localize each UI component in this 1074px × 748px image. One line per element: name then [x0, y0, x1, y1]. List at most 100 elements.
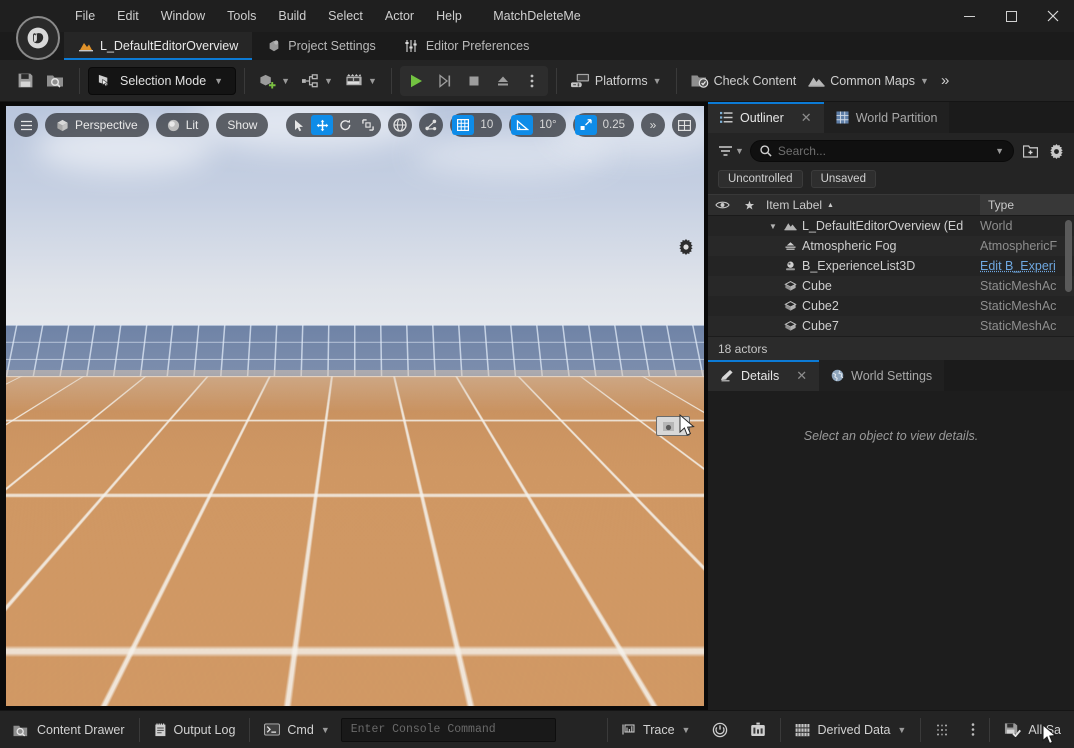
row-type: AtmosphericF — [980, 239, 1058, 253]
content-drawer-button[interactable]: Content Drawer — [2, 715, 136, 745]
chip-unsaved[interactable]: Unsaved — [810, 170, 876, 188]
browse-content-icon[interactable] — [40, 66, 71, 96]
level-viewport[interactable]: Perspective Lit Show 10 10° 0.25 » Z Y X — [5, 105, 705, 707]
table-row[interactable]: Cube StaticMeshAc — [708, 276, 1074, 296]
row-label: Cube7 — [802, 319, 839, 333]
scale-tool-icon[interactable] — [357, 115, 379, 135]
unreal-logo-icon[interactable] — [16, 16, 60, 60]
star-icon[interactable] — [736, 200, 762, 211]
outliner-settings-gear-icon[interactable] — [1046, 141, 1066, 161]
viewport-menu-icon[interactable] — [14, 113, 38, 137]
selection-mode-button[interactable]: Selection Mode ▼ — [88, 66, 237, 95]
check-content-button[interactable]: Check Content — [685, 66, 803, 96]
maximize-button[interactable] — [990, 0, 1032, 32]
trace-button[interactable]: Trace ▼ — [611, 715, 701, 745]
surface-snap-icon[interactable] — [419, 113, 444, 137]
tab-editor-preferences[interactable]: Editor Preferences — [390, 32, 544, 60]
row-type-link[interactable]: Edit B_Experi — [978, 259, 1074, 273]
viewport-overflow-button[interactable]: » — [641, 113, 665, 137]
angle-snap-icon[interactable] — [511, 115, 534, 135]
table-row[interactable]: ▼ L_DefaultEditorOverview (Ed World — [708, 216, 1074, 236]
transform-tool-group — [286, 113, 382, 137]
translate-tool-icon[interactable] — [311, 115, 334, 135]
perspective-label: Perspective — [75, 118, 138, 132]
chip-uncontrolled[interactable]: Uncontrolled — [718, 170, 803, 188]
menu-item-actor[interactable]: Actor — [374, 5, 425, 27]
column-type[interactable]: Type — [980, 195, 1074, 215]
status-more-button[interactable] — [960, 715, 986, 745]
scale-snap-value[interactable]: 0.25 — [598, 119, 632, 131]
viewport-settings-gear-icon[interactable] — [678, 239, 694, 255]
table-row[interactable]: Cube2 StaticMeshAc — [708, 296, 1074, 316]
eye-icon[interactable] — [708, 200, 736, 210]
menu-item-tools[interactable]: Tools — [216, 5, 267, 27]
common-maps-button[interactable]: Common Maps ▼ — [802, 66, 935, 96]
save-all-button[interactable]: All Sa — [993, 715, 1072, 745]
stats-button[interactable] — [739, 715, 777, 745]
column-item-label[interactable]: Item Label ▲ — [762, 198, 980, 212]
console-command-box[interactable] — [340, 717, 556, 742]
chevron-double-right-icon: » — [649, 118, 657, 132]
toolbar-overflow-button[interactable]: » — [935, 72, 955, 89]
output-log-button[interactable]: Output Log — [143, 715, 247, 745]
outliner-scrollbar[interactable] — [1065, 220, 1072, 292]
tab-project-settings[interactable]: Project Settings — [252, 32, 390, 60]
cinematics-button[interactable]: ▼ — [339, 66, 383, 96]
grid-snap-icon[interactable] — [452, 115, 475, 135]
menu-item-help[interactable]: Help — [425, 5, 473, 27]
menu-item-window[interactable]: Window — [150, 5, 216, 27]
close-icon[interactable]: ✕ — [801, 110, 812, 126]
eject-button[interactable] — [489, 67, 517, 95]
source-control-dots-button[interactable] — [924, 715, 960, 745]
add-folder-button[interactable] — [1020, 141, 1040, 161]
save-icon[interactable] — [10, 66, 40, 96]
content-toolbar-group: Check Content Common Maps ▼ » — [679, 60, 962, 101]
tab-world-settings[interactable]: World Settings — [819, 360, 945, 391]
grid-snap-value[interactable]: 10 — [475, 119, 500, 131]
more-options-icon[interactable] — [518, 67, 546, 95]
table-row[interactable]: B_ExperienceList3D Edit B_Experi — [708, 256, 1074, 276]
chevron-down-icon[interactable]: ▼ — [995, 146, 1004, 156]
expander-icon[interactable]: ▼ — [766, 222, 780, 231]
filter-button[interactable]: ▼ — [718, 145, 744, 158]
viewport-toolbar: Perspective Lit Show 10 10° 0.25 » — [14, 113, 696, 137]
editor-body: Perspective Lit Show 10 10° 0.25 » Z Y X… — [0, 102, 1074, 710]
close-icon[interactable]: ✕ — [796, 368, 807, 384]
minimize-button[interactable] — [948, 0, 990, 32]
close-button[interactable] — [1032, 0, 1074, 32]
record-button[interactable] — [701, 715, 739, 745]
tab-world-partition[interactable]: World Partition — [823, 102, 950, 133]
derived-data-button[interactable]: Derived Data ▼ — [784, 715, 917, 745]
tab-level-editor[interactable]: L_DefaultEditorOverview — [64, 32, 253, 60]
blueprints-button[interactable]: ▼ — [296, 66, 339, 96]
stop-button[interactable] — [460, 67, 488, 95]
outliner-search-input[interactable] — [777, 144, 990, 158]
select-tool-icon[interactable] — [288, 115, 310, 135]
world-coordinate-icon[interactable] — [388, 113, 413, 137]
angle-snap-value[interactable]: 10° — [534, 119, 563, 131]
table-row[interactable]: Cube7 StaticMeshAc — [708, 316, 1074, 336]
platforms-button[interactable]: Platforms ▼ — [565, 66, 668, 96]
step-button[interactable] — [431, 67, 459, 95]
rotate-tool-icon[interactable] — [334, 115, 356, 135]
grid-snap-group: 10 — [450, 113, 503, 137]
console-command-input[interactable] — [350, 723, 546, 736]
menu-item-file[interactable]: File — [64, 5, 106, 27]
toolbar-divider — [555, 67, 557, 94]
viewport-lit-button[interactable]: Lit — [155, 113, 210, 137]
tab-details[interactable]: Details ✕ — [708, 360, 820, 391]
cmd-button[interactable]: Cmd ▼ — [253, 715, 340, 745]
viewport-show-button[interactable]: Show — [216, 113, 269, 137]
add-actor-button[interactable]: ▼ — [253, 66, 296, 96]
menu-item-select[interactable]: Select — [317, 5, 374, 27]
menu-item-edit[interactable]: Edit — [106, 5, 150, 27]
outliner-search-box[interactable]: ▼ — [749, 140, 1014, 162]
menu-item-build[interactable]: Build — [267, 5, 317, 27]
tab-outliner[interactable]: Outliner ✕ — [708, 102, 824, 133]
outliner-filter-bar: ▼ ▼ — [708, 133, 1074, 166]
table-row[interactable]: Atmospheric Fog AtmosphericF — [708, 236, 1074, 256]
camera-speed-icon[interactable] — [672, 113, 696, 137]
viewport-perspective-button[interactable]: Perspective — [45, 113, 149, 137]
scale-snap-icon[interactable] — [574, 115, 597, 135]
play-button[interactable] — [402, 67, 430, 95]
